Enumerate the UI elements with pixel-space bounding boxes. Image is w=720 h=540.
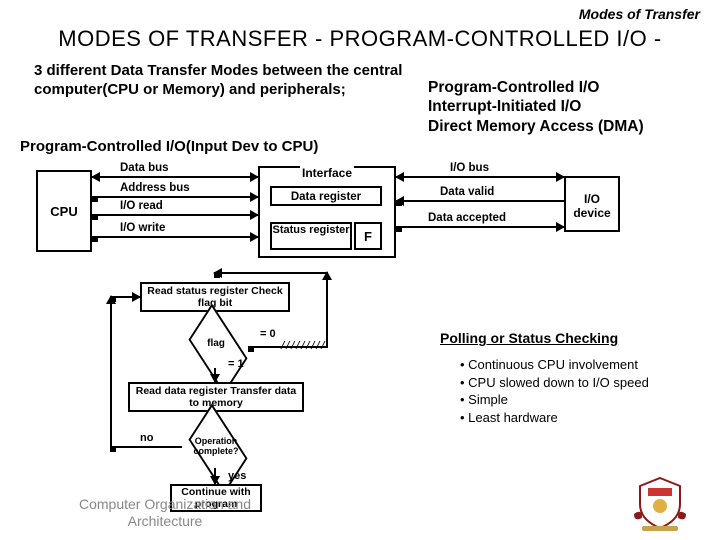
bullet-4: • Least hardware	[460, 409, 649, 427]
fc-op-label: Operation complete?	[178, 436, 254, 456]
subheading: Program-Controlled I/O(Input Dev to CPU)	[20, 138, 318, 155]
fc-yes: yes	[228, 470, 246, 482]
io-read-line	[92, 214, 258, 216]
fc-loop-back	[214, 272, 328, 274]
data-bus-line	[92, 176, 258, 178]
address-bus-line	[92, 196, 258, 198]
fc-loop-right	[248, 346, 328, 348]
data-valid-label: Data valid	[440, 186, 494, 198]
data-register: Data register	[270, 186, 382, 206]
crest-icon	[628, 474, 692, 532]
io-read-label: I/O read	[120, 200, 163, 212]
fc-no: no	[140, 432, 153, 444]
flag-f: F	[354, 222, 382, 250]
data-accepted-label: Data accepted	[428, 212, 506, 224]
fc-arrow-2	[214, 368, 216, 382]
slide-title: MODES OF TRANSFER - PROGRAM-CONTROLLED I…	[0, 26, 720, 52]
fc-read-data: Read data register Transfer data to memo…	[128, 382, 304, 412]
interface-label: Interface	[300, 166, 354, 180]
fc-no-up	[110, 296, 112, 448]
polling-title: Polling or Status Checking	[440, 330, 618, 346]
fc-eq1: = 1	[228, 358, 244, 370]
modes-list: Program-Controlled I/O Interrupt-Initiat…	[428, 78, 644, 136]
io-bus-label: I/O bus	[450, 162, 489, 174]
fc-no-left	[110, 446, 182, 448]
header-topic: Modes of Transfer	[579, 6, 700, 22]
bullet-2: • CPU slowed down to I/O speed	[460, 374, 649, 392]
mode-1: Program-Controlled I/O	[428, 78, 644, 97]
address-bus-label: Address bus	[120, 182, 190, 194]
intro-text: 3 different Data Transfer Modes between …	[34, 62, 434, 100]
fc-flag-label: flag	[178, 338, 254, 349]
bullet-1: • Continuous CPU involvement	[460, 356, 649, 374]
fc-no-in	[110, 296, 140, 298]
fc-arrow-4	[214, 468, 216, 484]
data-valid-line	[396, 200, 564, 202]
fc-op-complete: Operation complete?	[178, 420, 254, 474]
io-write-label: I/O write	[120, 222, 165, 234]
mode-2: Interrupt-Initiated I/O	[428, 97, 644, 116]
mode-3: Direct Memory Access (DMA)	[428, 117, 644, 136]
io-device-box: I/O device	[564, 176, 620, 232]
io-bus-line	[396, 176, 564, 178]
io-device-label: I/O device	[573, 192, 610, 220]
data-bus-label: Data bus	[120, 162, 169, 174]
bullet-3: • Simple	[460, 391, 649, 409]
footer-text: Computer Organization and Architecture	[60, 496, 270, 530]
cpu-box: CPU	[36, 170, 92, 252]
data-accepted-line	[396, 226, 564, 228]
status-register: Status register	[270, 222, 352, 250]
polling-bullets: • Continuous CPU involvement • CPU slowe…	[460, 356, 649, 426]
fc-eq0: = 0	[260, 328, 276, 340]
io-write-line	[92, 236, 258, 238]
fc-loop-up	[326, 272, 328, 348]
